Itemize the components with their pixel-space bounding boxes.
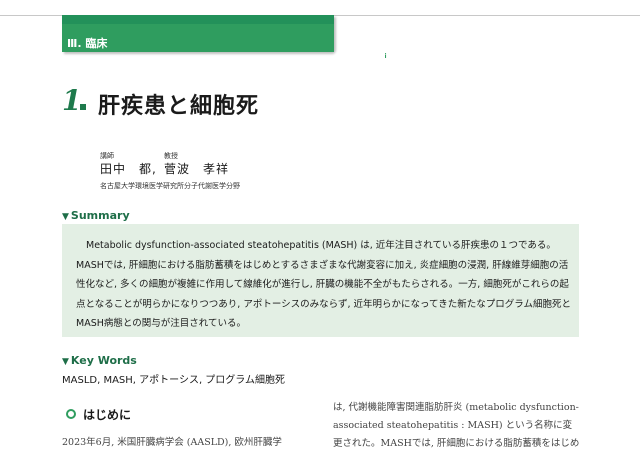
article-number: 1 [62, 84, 82, 117]
triangle-down-icon: ▼ [62, 212, 69, 222]
author-name: 田中 都, [100, 162, 157, 176]
keywords-list: MASLD, MASH, アポトーシス, プログラム細胞死 [62, 375, 285, 386]
section-label: Ⅲ. 臨床 [67, 37, 108, 50]
author-affiliation: 名古屋大学環境医学研究所分子代謝医学分野 [100, 182, 240, 190]
body-text-right: は, 代謝機能障害関連脂肪肝炎 (metabolic dysfunction-a… [333, 402, 580, 449]
summary-heading-label: Summary [70, 209, 130, 222]
info-icon: i [382, 53, 389, 60]
article-number-dot [80, 104, 86, 110]
triangle-down-icon: ▼ [62, 357, 69, 367]
article-title: 肝疾患と細胞死 [98, 94, 260, 119]
circle-bullet-icon [66, 409, 76, 419]
summary-heading: ▼ Summary [62, 209, 130, 222]
summary-text: Metabolic dysfunction-associated steatoh… [76, 240, 571, 329]
body-text-left: 2023年6月, 米国肝臓病学会 (AASLD), 欧州肝臓学 [62, 437, 282, 448]
keywords-heading-label: Key Words [70, 354, 137, 367]
section-tab: Ⅲ. 臨床 i [62, 15, 389, 60]
keywords-heading: ▼ Key Words [62, 354, 137, 367]
author-name: 菅波 孝祥 [164, 162, 230, 176]
intro-heading: はじめに [83, 408, 132, 422]
